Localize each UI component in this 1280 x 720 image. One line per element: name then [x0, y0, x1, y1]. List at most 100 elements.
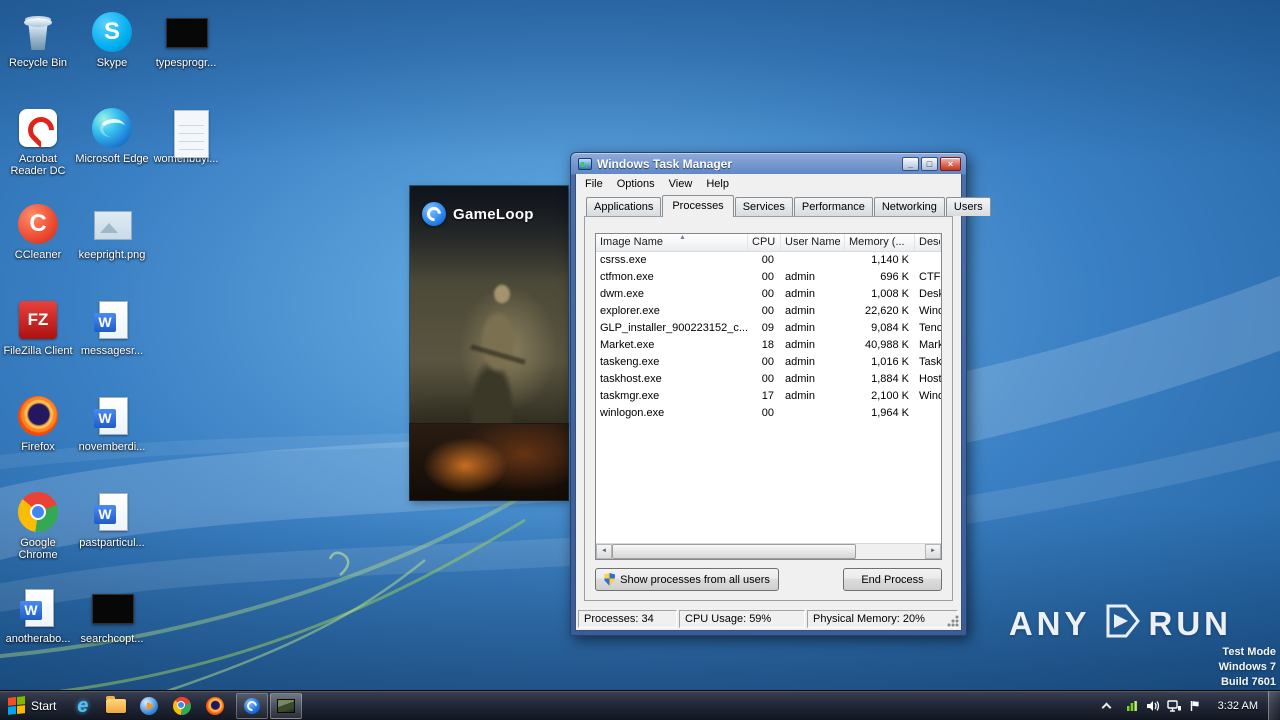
close-button[interactable]: ×: [940, 156, 961, 171]
tab[interactable]: Users: [945, 197, 991, 216]
process-cpu: 00: [761, 305, 774, 317]
taskbar-app-gameloop[interactable]: [236, 692, 269, 719]
process-row[interactable]: Market.exe 18 admin 40,988 K Mark: [596, 337, 941, 354]
volume-icon[interactable]: [1143, 700, 1164, 712]
desktop-icon[interactable]: womenbuyi...: [148, 104, 224, 200]
column-user-name[interactable]: User Name: [781, 234, 845, 251]
scrollbar-thumb[interactable]: [612, 544, 857, 559]
hidden-icons-chevron[interactable]: [1101, 702, 1112, 712]
desktop-icon[interactable]: Google Chrome: [0, 488, 76, 584]
show-desktop-button[interactable]: [1268, 691, 1280, 720]
process-name: csrss.exe: [600, 254, 647, 266]
desktop-icon-glyph: [90, 394, 134, 438]
desktop-icon[interactable]: Acrobat Reader DC: [0, 104, 76, 200]
scroll-left-button[interactable]: ◄: [596, 544, 612, 559]
firefox-taskbar-icon[interactable]: [198, 692, 231, 720]
desktop-icon[interactable]: Microsoft Edge: [74, 104, 150, 200]
process-user: [781, 405, 845, 422]
desktop-icon[interactable]: anotherabo...: [0, 584, 76, 680]
tab[interactable]: Networking: [873, 197, 945, 216]
desktop-icon-glyph: [16, 106, 60, 150]
desktop-icon[interactable]: Skype: [74, 8, 150, 104]
tab[interactable]: Applications: [586, 197, 662, 216]
process-user: admin: [785, 288, 815, 300]
desktop: Recycle Bin Acrobat Reader DC CCleaner F…: [0, 0, 1280, 720]
process-row[interactable]: taskhost.exe 00 admin 1,884 K Host: [596, 371, 941, 388]
maximize-button[interactable]: □: [921, 156, 938, 171]
column-memory[interactable]: Memory (...: [845, 234, 915, 251]
desktop-icon-glyph: [90, 586, 134, 630]
process-row[interactable]: dwm.exe 00 admin 1,008 K Desk: [596, 286, 941, 303]
process-row[interactable]: csrss.exe 00 1,140 K: [596, 252, 941, 269]
desktop-icon[interactable]: FileZilla Client: [0, 296, 76, 392]
process-user: admin: [785, 271, 815, 283]
chrome-taskbar-icon[interactable]: [165, 692, 198, 720]
menu-item[interactable]: File: [578, 176, 610, 192]
process-row[interactable]: ctfmon.exe 00 admin 696 K CTF l: [596, 269, 941, 286]
end-process-button[interactable]: End Process: [843, 568, 942, 591]
menu-item[interactable]: View: [662, 176, 700, 192]
process-row[interactable]: GLP_installer_900223152_c... 09 admin 9,…: [596, 320, 941, 337]
internet-explorer-icon[interactable]: e: [66, 692, 99, 720]
tray-status-icon[interactable]: [1122, 700, 1143, 712]
process-description: Tenc: [919, 322, 941, 334]
tab[interactable]: Services: [734, 197, 793, 216]
column-image-name[interactable]: Image Name ▲: [596, 234, 748, 251]
desktop-icon[interactable]: typesprogr...: [148, 8, 224, 104]
desktop-icon-label: messagesr...: [80, 345, 144, 357]
explorer-folder-icon[interactable]: [99, 692, 132, 720]
column-description[interactable]: Desc: [915, 234, 941, 251]
process-memory: 40,988 K: [864, 339, 909, 351]
minimize-button[interactable]: _: [902, 156, 919, 171]
start-button[interactable]: Start: [0, 691, 66, 720]
desktop-icon-glyph: [16, 10, 60, 54]
title-bar[interactable]: Windows Task Manager _ □ ×: [575, 153, 962, 174]
process-row[interactable]: taskeng.exe 00 admin 1,016 K Task: [596, 354, 941, 371]
process-description: Task: [919, 356, 941, 368]
process-description: CTF l: [919, 271, 941, 283]
desktop-icon-glyph: [16, 298, 60, 342]
gameloop-logo-icon: [422, 202, 446, 226]
desktop-icon[interactable]: searchcopt...: [74, 584, 150, 680]
status-bar: Processes: 34 CPU Usage: 59% Physical Me…: [576, 609, 961, 630]
process-row[interactable]: winlogon.exe 00 1,964 K: [596, 405, 941, 422]
clock[interactable]: 3:32 AM: [1206, 700, 1268, 712]
process-row[interactable]: explorer.exe 00 admin 22,620 K Wind: [596, 303, 941, 320]
action-center-flag-icon[interactable]: [1185, 700, 1206, 712]
desktop-icon-column-2: Skype Microsoft Edge keepright.png messa…: [74, 8, 150, 680]
menu-item[interactable]: Options: [610, 176, 662, 192]
desktop-icon[interactable]: Firefox: [0, 392, 76, 488]
process-memory: 1,964 K: [871, 407, 909, 419]
process-name: Market.exe: [600, 339, 655, 351]
menu-item[interactable]: Help: [699, 176, 736, 192]
resize-grip[interactable]: [946, 614, 960, 628]
horizontal-scrollbar[interactable]: ◄ ►: [596, 543, 941, 559]
menu-bar: File Options View Help: [576, 174, 961, 193]
column-cpu[interactable]: CPU: [748, 234, 781, 251]
desktop-icon[interactable]: pastparticul...: [74, 488, 150, 584]
tab[interactable]: Performance: [793, 197, 873, 216]
process-cpu: 18: [761, 339, 774, 351]
taskbar: Start e 3:32 AM: [0, 690, 1280, 720]
show-all-users-button[interactable]: Show processes from all users: [595, 568, 779, 591]
desktop-icon-glyph: [16, 586, 60, 630]
process-user: admin: [785, 356, 815, 368]
desktop-icon[interactable]: messagesr...: [74, 296, 150, 392]
desktop-icon[interactable]: CCleaner: [0, 200, 76, 296]
anyrun-watermark: ANY RUN Test Mode Windows 7 Build 7601: [1009, 604, 1276, 690]
tab[interactable]: Processes: [662, 195, 734, 217]
media-player-icon[interactable]: [132, 692, 165, 720]
desktop-icon[interactable]: Recycle Bin: [0, 8, 76, 104]
scrollbar-track[interactable]: [612, 544, 925, 559]
desktop-icon[interactable]: keepright.png: [74, 200, 150, 296]
gameloop-artwork-strip[interactable]: [410, 424, 568, 500]
desktop-icon[interactable]: novemberdi...: [74, 392, 150, 488]
taskbar-app-image-window[interactable]: [270, 692, 303, 719]
task-manager-icon: [578, 157, 592, 170]
scroll-right-button[interactable]: ►: [925, 544, 941, 559]
network-icon[interactable]: [1164, 699, 1185, 712]
process-rows: csrss.exe 00 1,140 K ctfmon.exe 00 admin…: [596, 252, 941, 422]
process-cpu: 00: [761, 373, 774, 385]
process-row[interactable]: taskmgr.exe 17 admin 2,100 K Wind: [596, 388, 941, 405]
desktop-icon-glyph: [16, 394, 60, 438]
